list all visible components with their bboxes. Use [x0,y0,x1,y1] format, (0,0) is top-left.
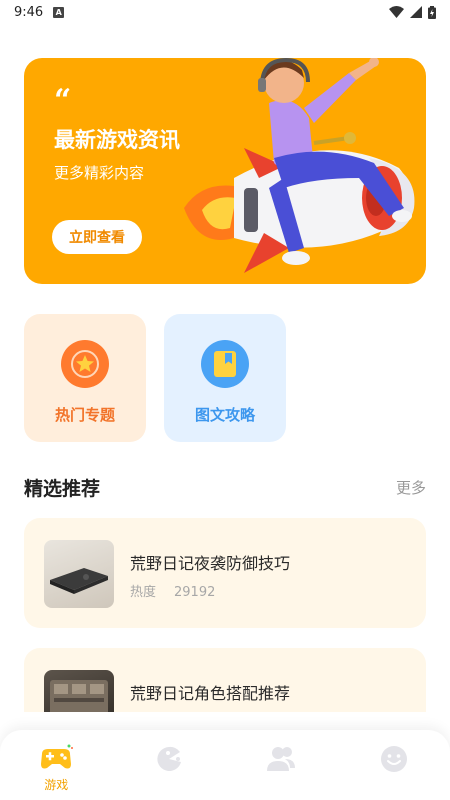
list-item[interactable]: 荒野日记夜袭防御技巧 热度 29192 [24,518,426,628]
gamepad-icon [41,744,74,769]
smiley-icon [380,746,407,772]
notification-icon: A [53,6,65,18]
status-bar: 9:46 A [0,0,450,24]
tab-discover[interactable] [129,730,209,774]
news-banner[interactable]: “ 最新游戏资讯 更多精彩内容 立即查看 [24,58,426,284]
quote-icon: “ [54,83,72,118]
tab-community[interactable] [241,730,321,774]
heat-label: 热度 [130,585,157,600]
category-label: 热门专题 [54,406,115,424]
category-hot-topics[interactable]: 热门专题 [24,314,146,442]
more-link[interactable]: 更多 [396,477,426,498]
article-heat: 热度 29192 [130,581,233,600]
list-item[interactable]: 荒野日记角色搭配推荐 热度 [24,648,426,712]
rocket-rider-illustration [184,58,415,273]
heat-value: 29192 [174,585,216,600]
article-thumbnail [44,540,114,608]
banner-title: 最新游戏资讯 [54,128,180,152]
pacman-icon [157,746,181,771]
article-title: 荒野日记夜袭防御技巧 [130,554,291,573]
article-list: 荒野日记夜袭防御技巧 热度 29192 荒野日记角色搭配推荐 热度 [0,518,450,712]
category-label: 图文攻略 [194,406,255,424]
nav-label: 游戏 [44,778,69,792]
article-heat: 热度 [130,711,192,712]
battery-icon [428,5,436,19]
tab-profile[interactable] [354,730,434,774]
category-guides[interactable]: 图文攻略 [164,314,286,442]
view-now-button[interactable]: 立即查看 [52,220,142,254]
status-time: 9:46 [14,4,44,20]
signal-icon [410,6,422,18]
tab-games[interactable]: 游戏 [16,730,96,793]
star-badge-icon [61,340,109,388]
section-title: 精选推荐 [24,478,101,500]
wifi-icon [389,6,404,18]
bottom-nav: 游戏 [0,730,450,800]
bookmark-book-icon [201,340,249,388]
users-icon [267,747,296,771]
article-thumbnail [44,670,114,712]
article-title: 荒野日记角色搭配推荐 [130,684,291,703]
banner-subtitle: 更多精彩内容 [54,164,145,182]
